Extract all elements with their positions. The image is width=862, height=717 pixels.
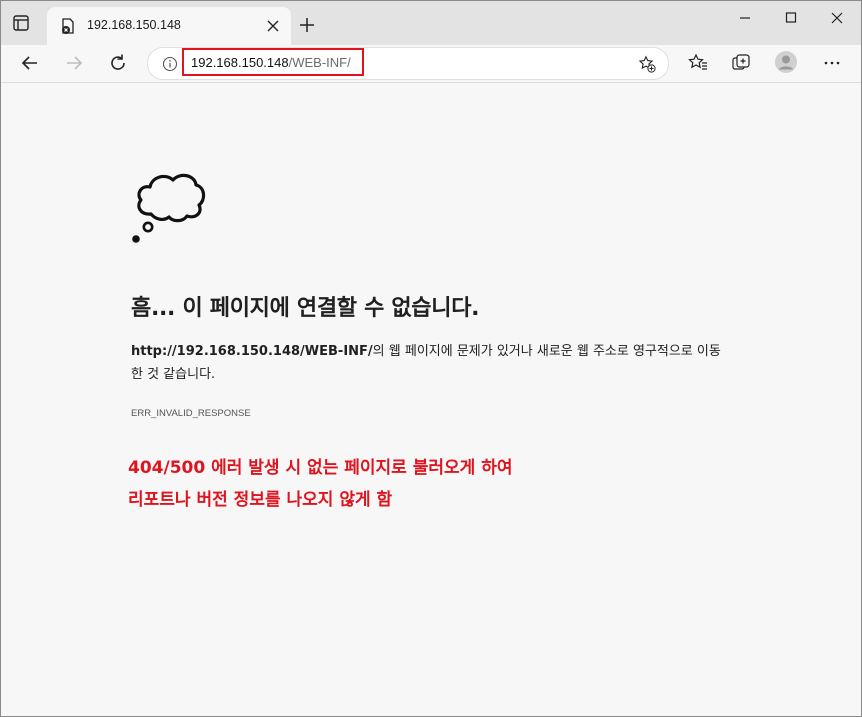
tab-strip: 192.168.150.148 <box>1 1 861 45</box>
error-description: http://192.168.150.148/WEB-INF/의 웹 페이지에 … <box>131 340 731 386</box>
error-title: 흠... 이 페이지에 연결할 수 없습니다. <box>131 296 480 321</box>
annotation-line-2: 리포트나 버전 정보를 나오지 않게 함 <box>128 490 393 510</box>
minimize-icon[interactable] <box>735 10 755 26</box>
url-host: 192.168.150.148 <box>191 55 289 70</box>
error-code: ERR_INVALID_RESPONSE <box>131 408 251 419</box>
more-icon[interactable] <box>821 52 843 74</box>
tab-active[interactable]: 192.168.150.148 <box>47 7 291 45</box>
annotation-line-1: 404/500 에러 발생 시 없는 페이지로 불러오게 하여 <box>128 458 513 478</box>
arrow-left-icon[interactable] <box>19 52 41 74</box>
tab-actions-icon[interactable] <box>11 13 31 33</box>
plus-icon[interactable] <box>298 16 316 34</box>
refresh-icon[interactable] <box>107 52 129 74</box>
window-close-icon[interactable] <box>827 10 847 26</box>
browser-window: 192.168.150.148 192.168.150.148/WEB-INF/… <box>0 0 862 717</box>
error-page: 흠... 이 페이지에 연결할 수 없습니다. http://192.168.1… <box>1 83 861 716</box>
collections-icon[interactable] <box>730 52 752 74</box>
arrow-right-icon[interactable] <box>63 52 85 74</box>
annotation-note: 404/500 에러 발생 시 없는 페이지로 불러오게 하여리포트나 버전 정… <box>128 452 513 516</box>
toolbar: 192.168.150.148/WEB-INF/ <box>1 45 861 83</box>
tab-title: 192.168.150.148 <box>87 18 181 32</box>
maximize-icon[interactable] <box>781 10 801 26</box>
thought-cloud-icon <box>129 169 209 245</box>
favorites-icon[interactable] <box>687 52 709 74</box>
address-bar[interactable]: 192.168.150.148/WEB-INF/ <box>147 47 669 80</box>
error-url: http://192.168.150.148/WEB-INF/ <box>131 344 373 359</box>
url-text[interactable]: 192.168.150.148/WEB-INF/ <box>191 55 351 70</box>
profile-icon[interactable] <box>774 50 798 74</box>
close-icon[interactable] <box>265 18 281 34</box>
info-icon[interactable] <box>162 56 178 72</box>
url-path: /WEB-INF/ <box>288 55 351 70</box>
error-page-icon <box>59 17 77 35</box>
star-plus-icon[interactable] <box>638 55 656 73</box>
